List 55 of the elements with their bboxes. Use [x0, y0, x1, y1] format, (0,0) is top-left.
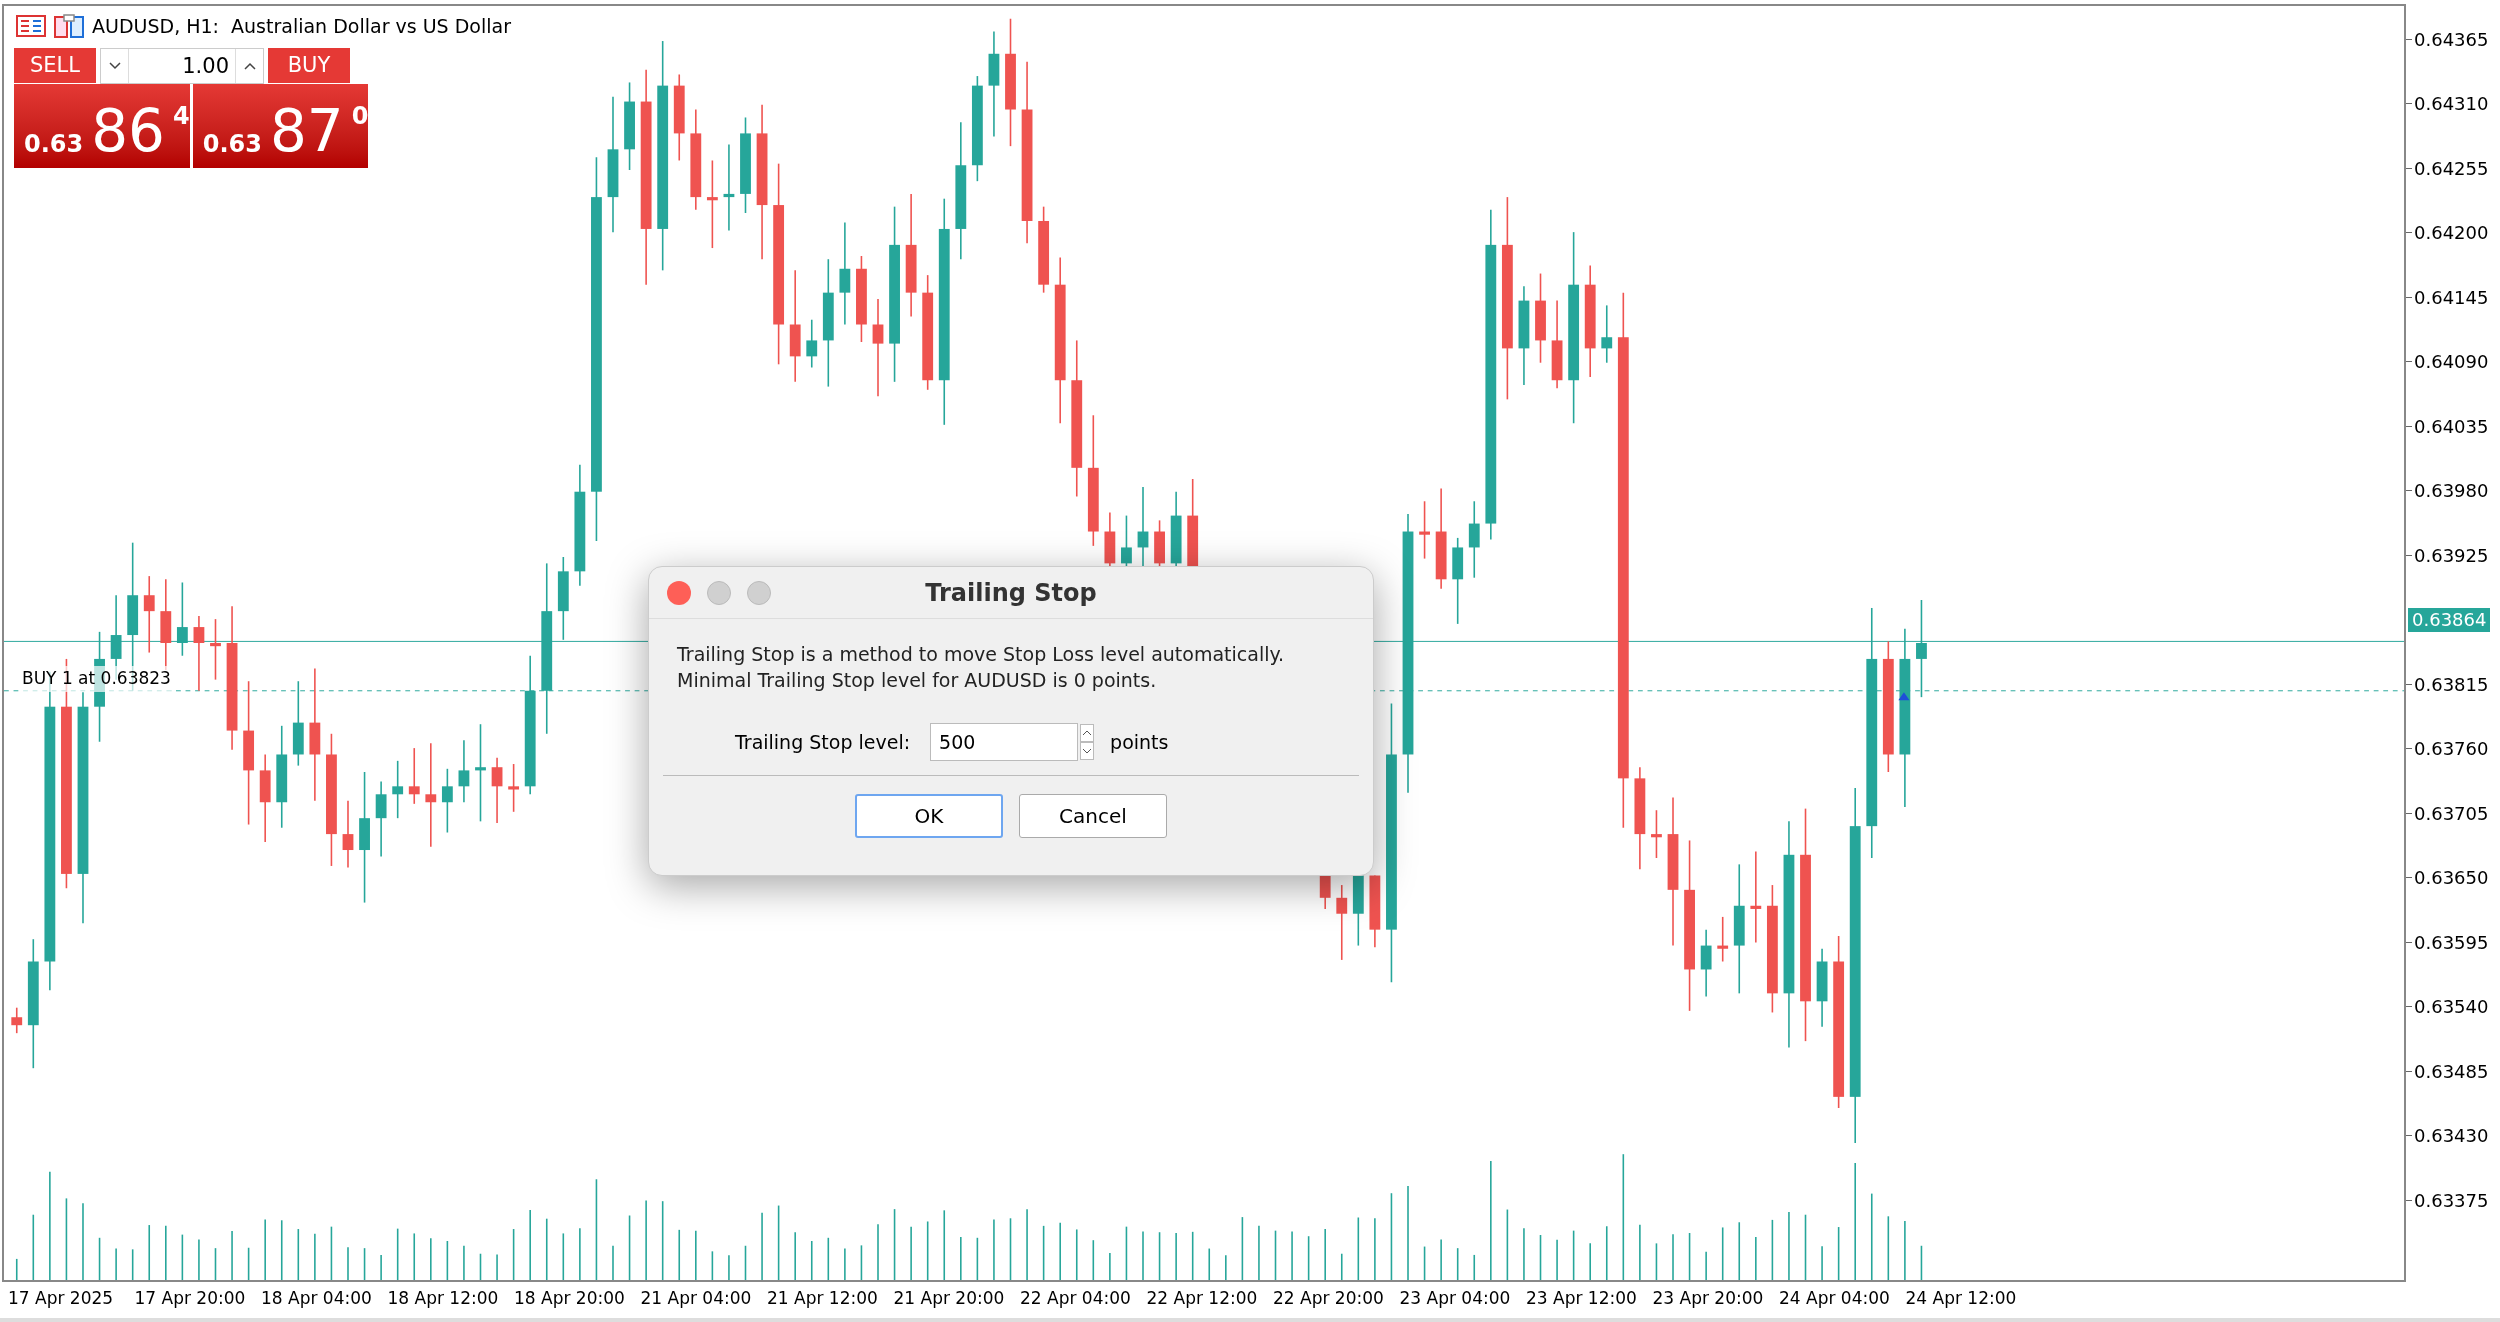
price-superscript: 0	[351, 104, 369, 128]
dialog-description: Trailing Stop is a method to move Stop Loss level automatically.	[677, 642, 1286, 667]
time-label: 23 Apr 04:00	[1399, 1287, 1512, 1310]
time-label: 24 Apr 12:00	[1905, 1287, 2018, 1310]
time-label: 23 Apr 20:00	[1652, 1287, 1765, 1310]
time-label: 18 Apr 12:00	[387, 1287, 500, 1310]
price-tick: 0.64255	[2414, 156, 2489, 181]
field-label: Trailing Stop level:	[735, 729, 911, 755]
price-tick: 0.63375	[2414, 1188, 2489, 1213]
time-label: 22 Apr 04:00	[1020, 1287, 1132, 1310]
price-tick: 0.64090	[2414, 350, 2489, 375]
buy-button[interactable]: BUY	[268, 48, 350, 84]
current-price-badge: 0.63864	[2408, 607, 2491, 632]
time-label: 22 Apr 12:00	[1146, 1287, 1259, 1310]
price-tick: 0.63540	[2414, 995, 2489, 1020]
chart-title: AUDUSD, H1: Australian Dollar vs US Dollar	[92, 14, 511, 39]
unit-label: points	[1110, 729, 1169, 755]
price-tick: 0.63925	[2414, 543, 2489, 568]
time-label: 21 Apr 20:00	[893, 1287, 1006, 1310]
price-tick: 0.63705	[2414, 801, 2489, 826]
price-tick: 0.63485	[2414, 1059, 2489, 1084]
time-label: 22 Apr 20:00	[1273, 1287, 1385, 1310]
time-label: 17 Apr 2025	[8, 1287, 115, 1310]
price-superscript: 4	[173, 104, 190, 128]
time-label: 21 Apr 12:00	[767, 1287, 879, 1310]
price-tick: 0.64035	[2414, 414, 2489, 439]
price-prefix: 0.63	[24, 132, 84, 156]
time-label: 21 Apr 04:00	[640, 1287, 753, 1310]
price-tick: 0.63815	[2414, 672, 2489, 697]
price-tick: 0.63980	[2414, 479, 2489, 504]
position-label: BUY 1 at 0.63823	[22, 666, 171, 692]
dialog-button[interactable]: Cancel	[1019, 794, 1167, 838]
dialog-button[interactable]: OK	[855, 794, 1003, 838]
price-tick: 0.63430	[2414, 1124, 2489, 1149]
time-label: 17 Apr 20:00	[134, 1287, 247, 1310]
price-tick: 0.64145	[2414, 285, 2489, 310]
price-big: 87	[269, 102, 344, 160]
dialog-description: Minimal Trailing Stop level for AUDUSD is 0 points.	[677, 668, 1158, 693]
time-label: 24 Apr 04:00	[1779, 1287, 1891, 1310]
time-label: 18 Apr 04:00	[261, 1287, 373, 1310]
price-tick: 0.63760	[2414, 737, 2489, 762]
price-big: 86	[91, 102, 166, 160]
price-tick: 0.64310	[2414, 92, 2489, 117]
volume-value: 1.00	[181, 53, 230, 80]
time-label: 23 Apr 12:00	[1526, 1287, 1638, 1310]
dialog-title: Trailing Stop	[924, 577, 1098, 609]
time-label: 18 Apr 20:00	[514, 1287, 626, 1310]
volume-field[interactable]: 1.00	[100, 48, 264, 84]
price-tick: 0.64365	[2414, 27, 2489, 52]
price-tick: 0.63650	[2414, 866, 2489, 891]
price-prefix: 0.63	[202, 132, 262, 156]
price-tick: 0.64200	[2414, 221, 2489, 246]
trailing-stop-field[interactable]: 500	[930, 723, 1079, 761]
sell-button[interactable]: SELL	[14, 48, 96, 84]
price-tick: 0.63595	[2414, 930, 2489, 955]
